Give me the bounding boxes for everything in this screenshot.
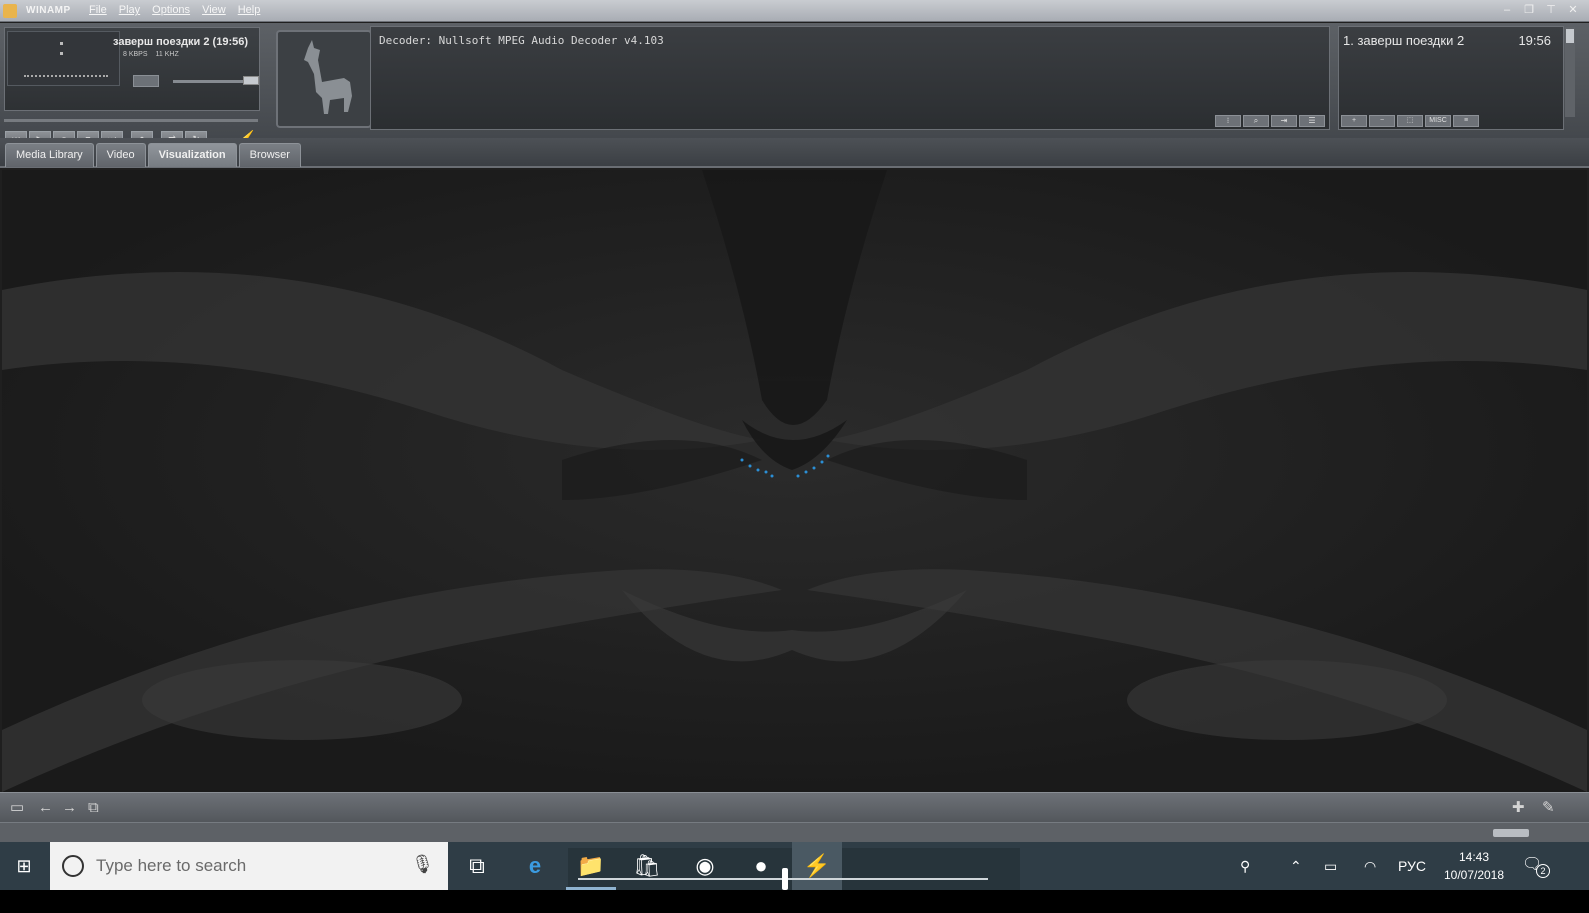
app-icon[interactable]: ●	[736, 842, 786, 890]
album-art	[276, 30, 372, 128]
send-icon[interactable]: ⇥	[1271, 115, 1297, 127]
kbps: 8 KBPS	[123, 51, 148, 58]
list-options-icon[interactable]: ≡	[1453, 115, 1479, 127]
list-icon[interactable]: ☰	[1299, 115, 1325, 127]
menu-file[interactable]: File	[89, 4, 107, 16]
search-icon[interactable]: ⌕	[1243, 115, 1269, 127]
balance-slider[interactable]	[133, 75, 159, 87]
taskbar-search[interactable]: Type here to search 🎙	[50, 842, 448, 890]
playlist-scrollbar[interactable]	[1565, 27, 1575, 117]
file-explorer-icon[interactable]: 📁	[566, 842, 616, 890]
window-controls: – ❐ ⊤ ✕	[1499, 3, 1581, 17]
random-preset-icon[interactable]: ⧉	[88, 799, 99, 817]
playlist-item[interactable]: 1. заверш поездки 2	[1343, 33, 1464, 48]
time-display[interactable]	[7, 31, 120, 86]
clock-date: 10/07/2018	[1443, 868, 1505, 882]
llama-icon	[304, 40, 352, 114]
search-placeholder: Type here to search	[96, 856, 247, 875]
volume-knob[interactable]	[243, 76, 259, 85]
settings-icon[interactable]: ✎	[1542, 799, 1555, 817]
playlist-panel: 1. заверш поездки 2 19:56 + − ⬚ MISC ≡	[1338, 26, 1575, 130]
player-area: заверш поездки 2 (19:56) 8 KBPS 11 KHZ ⏮…	[0, 23, 1589, 150]
winamp-taskbar-icon[interactable]: ⚡	[792, 842, 842, 890]
restore-icon[interactable]: ❐	[1521, 3, 1537, 17]
notification-icon[interactable]: 🗨 2	[1522, 854, 1550, 878]
tab-video[interactable]: Video	[95, 143, 146, 167]
menu-play[interactable]: Play	[119, 4, 140, 16]
clock[interactable]: 14:43 10/07/2018	[1438, 848, 1510, 884]
info-panel-buttons: ⁝ ⌕ ⇥ ☰	[1215, 115, 1325, 127]
khz: 11 KHZ	[155, 51, 179, 58]
store-icon[interactable]: 🛍	[622, 842, 672, 890]
previous-preset-icon[interactable]: ←	[38, 799, 53, 817]
menu-options[interactable]: Options	[152, 4, 190, 16]
preview-handle[interactable]	[782, 868, 788, 890]
time-dot	[60, 52, 63, 55]
menu-help[interactable]: Help	[238, 4, 261, 16]
select-icon[interactable]: ⬚	[1397, 115, 1423, 127]
visualization-toolbar: ▭ ← → ⧉ ✚ ✎	[0, 792, 1589, 822]
visualization-pattern	[2, 170, 1587, 792]
cortana-icon	[62, 855, 84, 877]
tab-browser[interactable]: Browser	[238, 143, 301, 167]
status-bar	[0, 822, 1589, 842]
playlist-item-time: 19:56	[1518, 33, 1551, 48]
time-dot	[60, 42, 63, 45]
people-icon[interactable]: ⚲	[1240, 842, 1250, 890]
misc-button[interactable]: MISC	[1425, 115, 1451, 127]
next-preset-icon[interactable]: →	[62, 799, 77, 817]
minimize-icon[interactable]: –	[1499, 3, 1515, 17]
info-menu-icon[interactable]: ⁝	[1215, 115, 1241, 127]
add-icon[interactable]: +	[1341, 115, 1367, 127]
title-bar[interactable]: WINAMP File Play Options View Help – ❐ ⊤…	[0, 0, 1589, 22]
decoder-info: Decoder: Nullsoft MPEG Audio Decoder v4.…	[379, 34, 664, 47]
spectrum-line	[24, 75, 108, 77]
task-view-icon[interactable]: ⧉	[452, 842, 502, 890]
wifi-icon[interactable]: ◠	[1364, 842, 1376, 890]
tab-media-library[interactable]: Media Library	[5, 143, 94, 167]
shade-icon[interactable]: ⊤	[1543, 3, 1559, 17]
winamp-window: WINAMP File Play Options View Help – ❐ ⊤…	[0, 0, 1589, 913]
tab-bar: Media Library Video Visualization Browse…	[0, 138, 1589, 168]
menu-view[interactable]: View	[202, 4, 226, 16]
close-icon[interactable]: ✕	[1565, 3, 1581, 17]
resize-grip[interactable]	[1493, 829, 1529, 837]
fullscreen-icon[interactable]: ▭	[10, 799, 24, 817]
screen-bottom	[0, 890, 1589, 913]
battery-icon[interactable]: ▭	[1324, 842, 1337, 890]
visualization-canvas[interactable]	[2, 170, 1587, 792]
seek-bar[interactable]	[4, 119, 258, 122]
notification-badge: 2	[1536, 864, 1550, 878]
clock-time: 14:43	[1458, 850, 1490, 864]
plugin-icon[interactable]: ✚	[1512, 799, 1525, 817]
remove-icon[interactable]: −	[1369, 115, 1395, 127]
chevron-up-icon[interactable]: ⌃	[1290, 842, 1302, 890]
edge-icon[interactable]: e	[510, 842, 560, 890]
song-title: заверш поездки 2 (19:56)	[113, 36, 249, 48]
playlist-buttons: + − ⬚ MISC ≡	[1341, 115, 1479, 127]
tab-visualization[interactable]: Visualization	[147, 143, 237, 167]
taskbar: ⊞ Type here to search 🎙 ⧉ e 📁 🛍 ◉ ● ⚡ ⚲ …	[0, 842, 1589, 890]
song-stats: 8 KBPS 11 KHZ	[123, 51, 179, 58]
language-indicator[interactable]: РУС	[1398, 842, 1426, 890]
winamp-logo-icon	[3, 4, 17, 18]
chrome-icon[interactable]: ◉	[680, 842, 730, 890]
info-panel: Decoder: Nullsoft MPEG Audio Decoder v4.…	[370, 26, 1330, 130]
microphone-icon[interactable]: 🎙	[411, 854, 434, 875]
scroll-thumb[interactable]	[1566, 29, 1574, 43]
main-display: заверш поездки 2 (19:56) 8 KBPS 11 KHZ	[4, 27, 260, 111]
app-name: WINAMP	[26, 5, 71, 16]
windows-start-icon[interactable]: ⊞	[0, 842, 48, 890]
menu-bar: File Play Options View Help	[89, 4, 260, 16]
